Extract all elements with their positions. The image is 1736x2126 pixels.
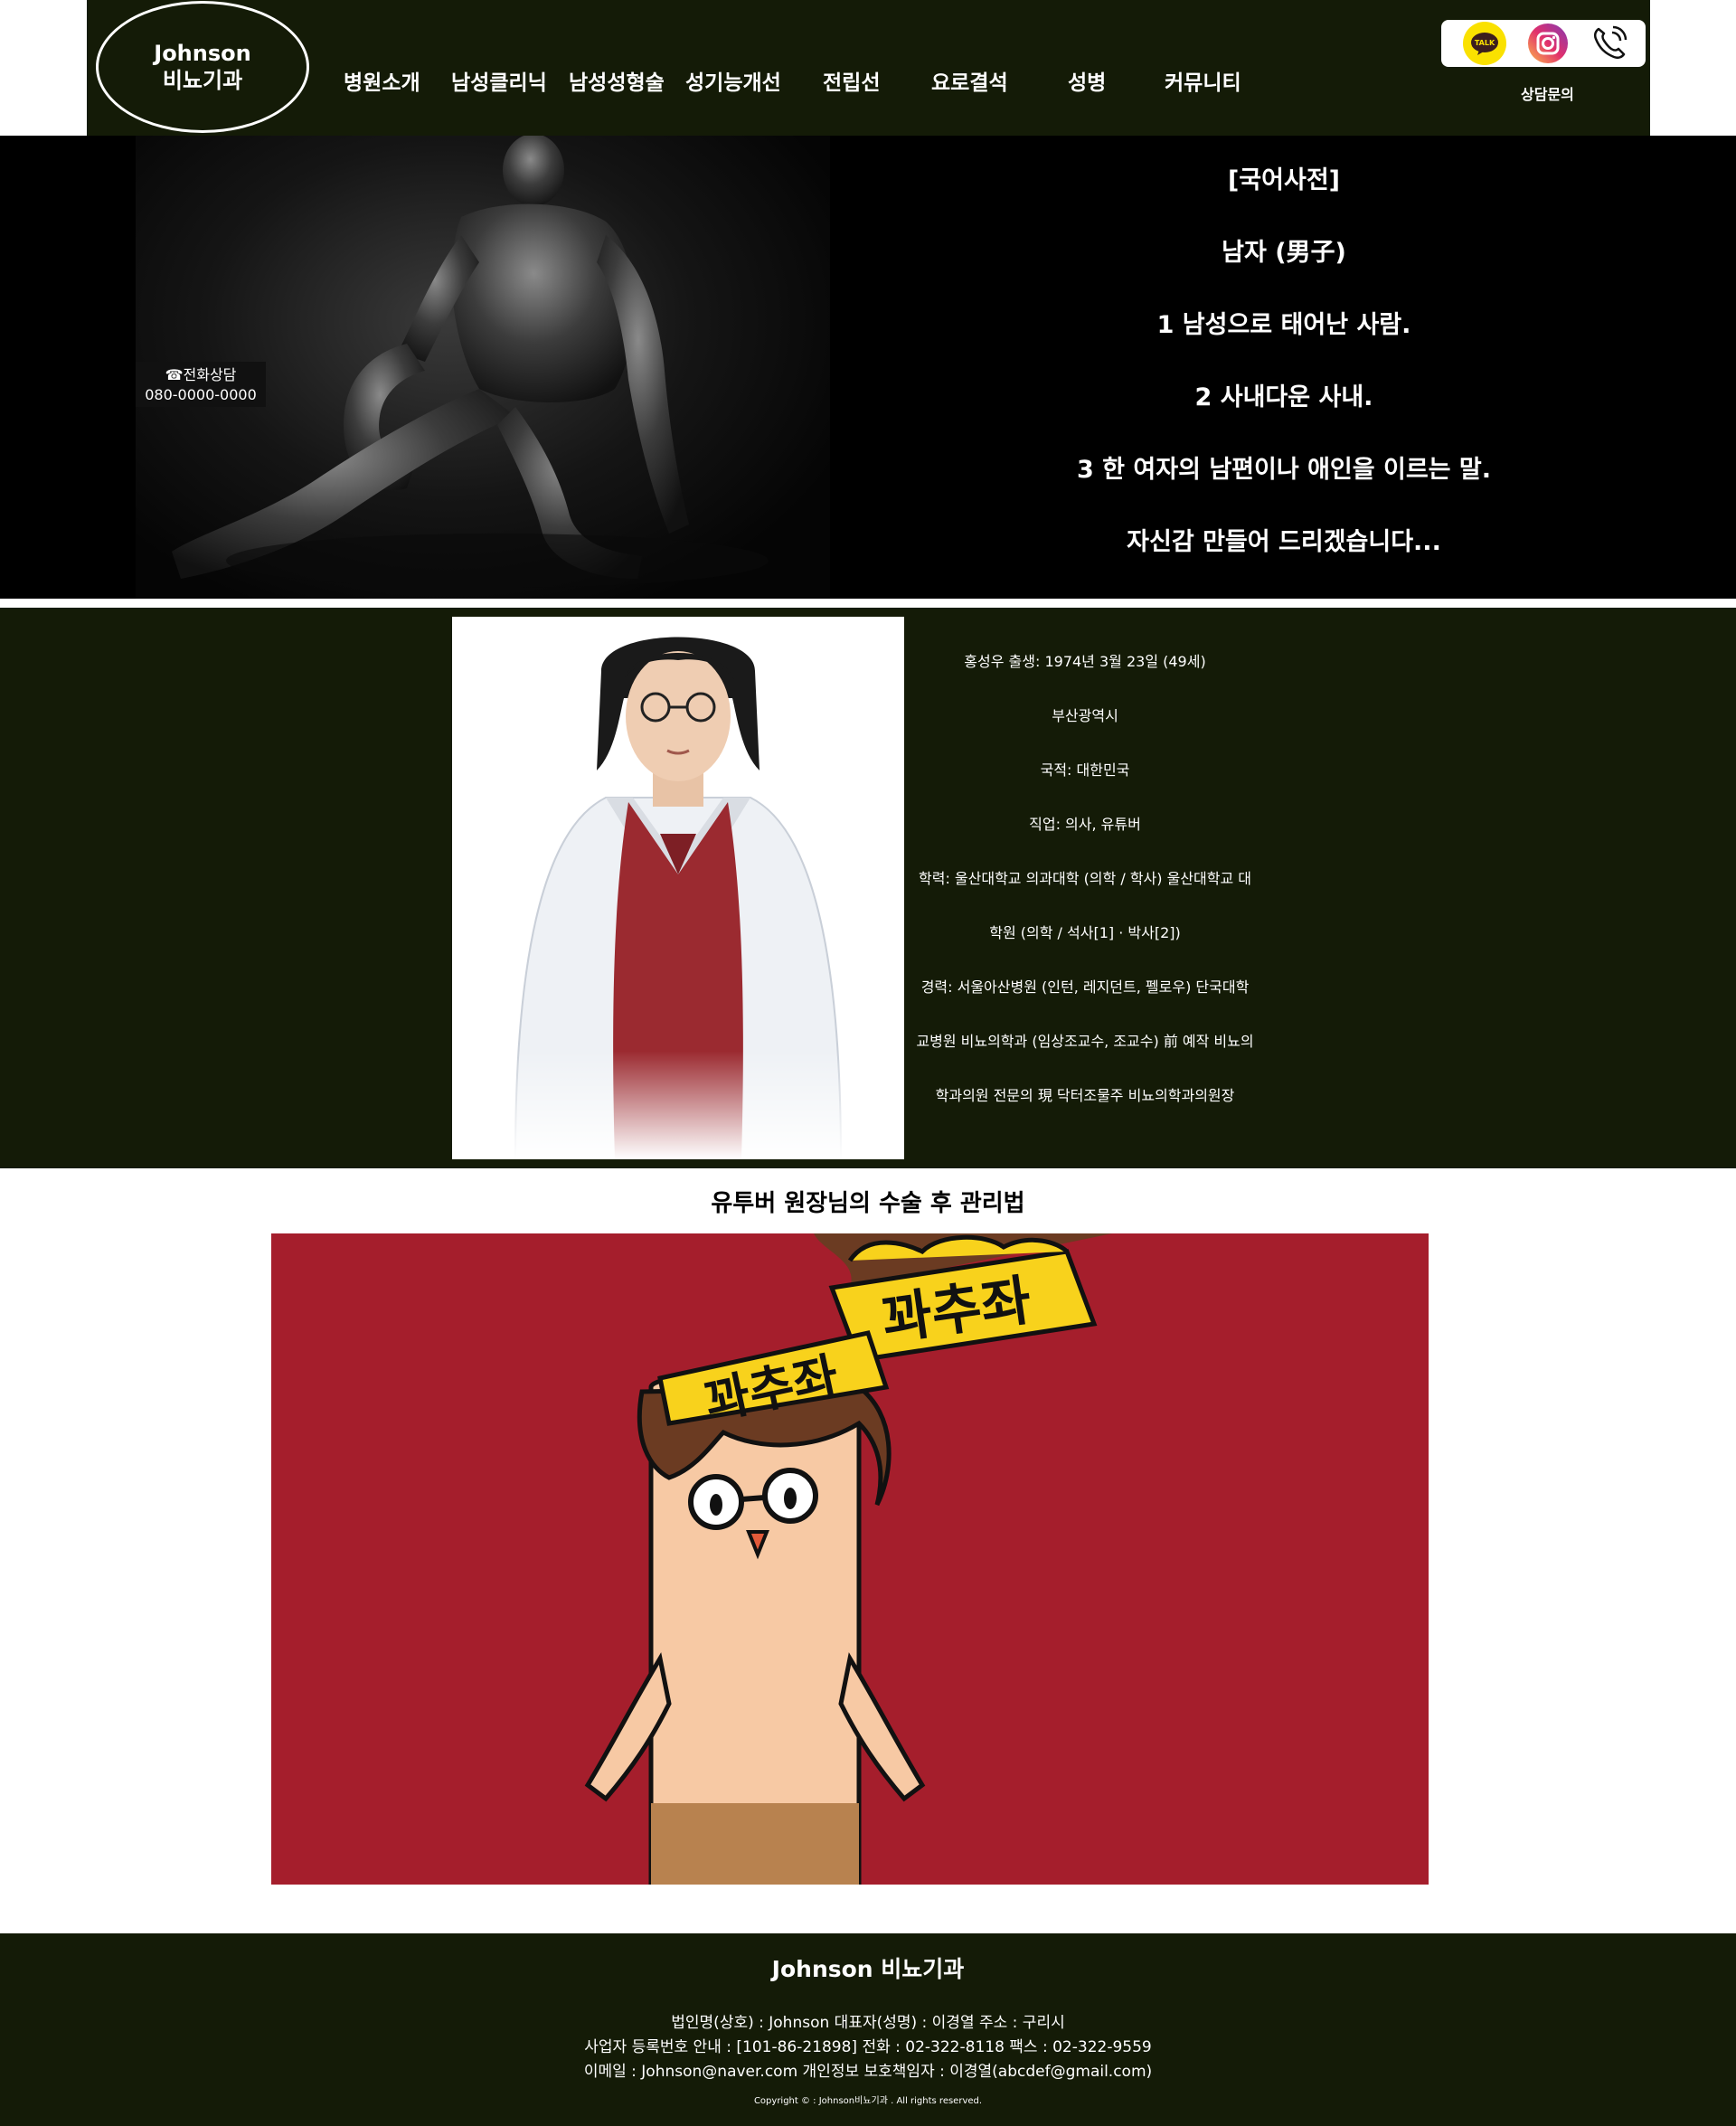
phone-consult-number: 080-0000-0000 <box>145 386 257 403</box>
nav-sexual-function[interactable]: 성기능개선 <box>685 65 781 96</box>
bio-career-2: 교병원 비뇨의학과 (임상조교수, 조교수) 前 예작 비뇨의 <box>916 1033 1254 1050</box>
youtube-video-thumbnail[interactable]: 꽈추좌 꽈추좌 <box>271 1233 1429 1885</box>
section-divider <box>0 599 1736 608</box>
dictionary-definition: [국어사전] 남자 (男子) 1 남성으로 태어난 사람. 2 사내다운 사내.… <box>1013 165 1555 599</box>
footer-contact-info: 이메일 : Johnson@naver.com 개인정보 보호책임자 : 이경열… <box>583 2063 1153 2081</box>
hero-tagline: 자신감 만들어 드리겠습니다... <box>1127 528 1441 556</box>
phone-consult-badge[interactable]: ☎전화상담 080-0000-0000 <box>136 362 266 407</box>
phone-consult-label: ☎전화상담 <box>165 366 237 383</box>
site-footer: Johnson 비뇨기과 법인명(상호) : Johnson 대표자(성명) :… <box>0 1933 1736 2126</box>
bio-birth: 홍성우 출생: 1974년 3월 23일 (49세) <box>964 653 1206 670</box>
nav-hospital-intro[interactable]: 병원소개 <box>344 65 420 96</box>
instagram-icon[interactable] <box>1526 22 1570 65</box>
bio-birthplace: 부산광역시 <box>1052 707 1118 724</box>
bio-career-3: 학과의원 전문의 現 닥터조물주 비뇨의학과의원장 <box>935 1087 1235 1104</box>
nav-community[interactable]: 커뮤니티 <box>1165 65 1241 96</box>
social-links: TALK <box>1441 20 1646 67</box>
bio-nationality: 국적: 대한민국 <box>1040 761 1130 779</box>
hero-section: ☎전화상담 080-0000-0000 [국어사전] 남자 (男子) 1 남성으… <box>0 136 1736 599</box>
doctor-profile-section: 홍성우 출생: 1974년 3월 23일 (49세) 부산광역시 국적: 대한민… <box>0 608 1736 1168</box>
bio-education-2: 학원 (의학 / 석사[1] · 박사[2]) <box>989 924 1181 941</box>
main-nav: 병원소개 남성클리닉 남성성형술 성기능개선 전립선 요로결석 성병 커뮤니티 <box>87 65 1650 98</box>
nav-urinary-stones[interactable]: 요로결석 <box>931 65 1008 96</box>
nav-male-plastic-surgery[interactable]: 남성성형술 <box>569 65 665 96</box>
kakao-talk-text: TALK <box>1475 39 1495 47</box>
logo-name: Johnson <box>154 41 251 66</box>
bio-career-1: 경력: 서울아산병원 (인턴, 레지던트, 펠로우) 단국대학 <box>920 978 1250 996</box>
footer-registration-info: 사업자 등록번호 안내 : [101-86-21898] 전화 : 02-322… <box>584 2038 1152 2056</box>
site-header: Johnson 비뇨기과 병원소개 남성클리닉 남성성형술 성기능개선 전립선 … <box>87 0 1650 136</box>
bio-occupation: 직업: 의사, 유튜버 <box>1029 816 1141 833</box>
footer-company-info: 법인명(상호) : Johnson 대표자(성명) : 이경열 주소 : 구리시 <box>671 2014 1065 2032</box>
nav-prostate[interactable]: 전립선 <box>823 65 880 96</box>
dictionary-meaning-3: 3 한 여자의 남편이나 애인을 이르는 말. <box>1076 456 1492 484</box>
footer-title: Johnson 비뇨기과 <box>771 1956 965 1982</box>
video-section-title: 유투버 원장님의 수술 후 관리법 <box>711 1190 1025 1217</box>
nav-std[interactable]: 성병 <box>1068 65 1106 96</box>
kakaotalk-icon[interactable]: TALK <box>1463 22 1506 65</box>
consultation-link[interactable]: 상담문의 <box>1521 82 1574 104</box>
doctor-portrait <box>452 617 904 1159</box>
dictionary-meaning-2: 2 사내다운 사내. <box>1194 383 1373 411</box>
bio-education-1: 학력: 울산대학교 의과대학 (의학 / 학사) 울산대학교 대 <box>919 870 1251 887</box>
nav-male-clinic[interactable]: 남성클리닉 <box>451 65 547 96</box>
footer-copyright: Copyright © : Johnson비뇨기과 . All rights r… <box>753 2096 983 2106</box>
dictionary-heading: [국어사전] <box>1227 166 1341 194</box>
dictionary-meaning-1: 1 남성으로 태어난 사람. <box>1156 311 1411 339</box>
doctor-bio: 홍성우 출생: 1974년 3월 23일 (49세) 부산광역시 국적: 대한민… <box>904 651 1266 1139</box>
phone-call-icon[interactable] <box>1588 22 1631 65</box>
dictionary-word: 남자 (男子) <box>1222 239 1346 267</box>
